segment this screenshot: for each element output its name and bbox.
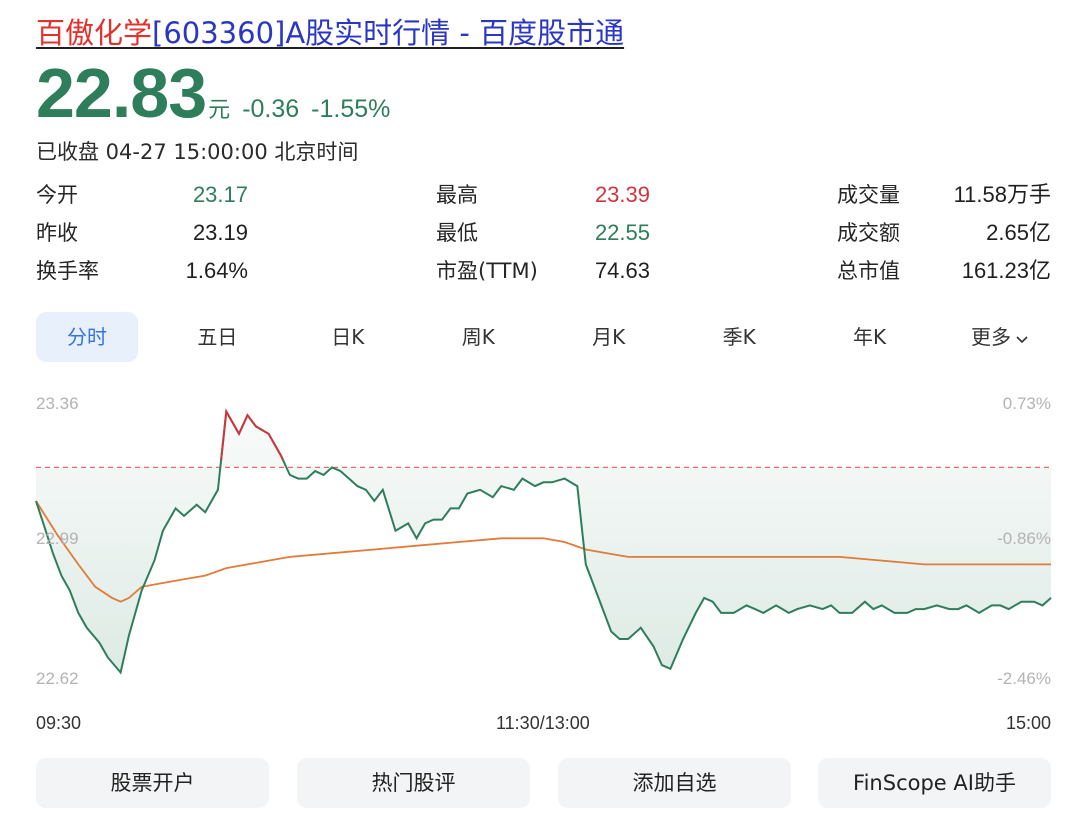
tab-label: 日K [331, 325, 365, 349]
stat-value: 11.58万手 [953, 182, 1051, 207]
stat-label: 成交额 [837, 221, 900, 245]
tab-7[interactable]: 更多 [949, 312, 1051, 362]
price-area-below [36, 467, 1051, 673]
stat-label: 最高 [436, 183, 478, 207]
page-title[interactable]: 百傲化学[603360]A股实时行情 - 百度股市通 [36, 14, 624, 52]
x-label-midday: 11:30/13:00 [496, 713, 590, 733]
market-status: 已收盘 04-27 15:00:00 北京时间 [36, 140, 359, 164]
ai-assistant-button[interactable]: FinScope AI助手 [818, 758, 1051, 808]
tab-5[interactable]: 季K [688, 312, 790, 362]
tab-label: 更多 [971, 325, 1011, 349]
tab-label: 年K [853, 325, 887, 349]
chevron-down-icon [1011, 325, 1029, 349]
intraday-chart-svg [35, 408, 1052, 675]
tab-3[interactable]: 周K [427, 312, 529, 362]
stat-value: 23.19 [192, 220, 248, 245]
tab-label: 分时 [67, 325, 107, 349]
tab-6[interactable]: 年K [819, 312, 921, 362]
stat-value: 74.63 [594, 258, 650, 283]
tab-label: 五日 [197, 325, 238, 349]
stat-value: 161.23亿 [961, 258, 1051, 283]
stat-value: 23.39 [594, 182, 650, 207]
y-pct-mid: -0.86% [997, 529, 1051, 548]
tab-label: 季K [722, 325, 756, 349]
tab-1[interactable]: 五日 [166, 312, 268, 362]
open-account-button[interactable]: 股票开户 [36, 758, 269, 808]
stat-label: 总市值 [837, 259, 900, 283]
stat-value: 22.55 [594, 220, 650, 245]
tab-4[interactable]: 月K [558, 312, 660, 362]
intraday-chart[interactable] [0, 380, 1080, 740]
current-price: 22.83 [36, 54, 207, 132]
x-label-close: 15:00 [1005, 713, 1051, 733]
stat-label: 最低 [436, 221, 478, 245]
hot-comments-button[interactable]: 热门股评 [297, 758, 530, 808]
stock-name: 百傲化学 [36, 16, 153, 50]
price-change-pct: -1.55% [311, 95, 391, 123]
add-watchlist-button[interactable]: 添加自选 [558, 758, 791, 808]
y-label-top: 23.36 [36, 394, 79, 413]
y-pct-top: 0.73% [1002, 394, 1051, 413]
tab-label: 月K [592, 325, 626, 349]
stat-label: 换手率 [36, 259, 99, 283]
stat-value: 2.65亿 [986, 220, 1051, 245]
price-row: 22.83元 -0.36 -1.55% [36, 58, 390, 128]
stat-value: 1.64% [185, 258, 248, 283]
tab-2[interactable]: 日K [297, 312, 399, 362]
stat-value: 23.17 [192, 182, 248, 207]
stat-label: 昨收 [36, 221, 78, 245]
price-unit: 元 [208, 98, 231, 123]
stat-label: 市盈(TTM) [436, 259, 538, 283]
price-change: -0.36 [242, 95, 300, 123]
y-label-mid: 22.99 [36, 529, 79, 548]
tab-0[interactable]: 分时 [36, 312, 138, 362]
y-pct-bottom: -2.46% [997, 669, 1051, 688]
x-label-open: 09:30 [36, 713, 82, 733]
tab-label: 周K [461, 325, 495, 349]
stat-label: 今开 [36, 183, 78, 207]
y-label-bottom: 22.62 [36, 669, 79, 688]
stat-label: 成交量 [837, 183, 900, 207]
period-tabs: 分时 五日 日K 周K 月K 季K 年K 更多 [36, 312, 1051, 362]
title-rest: [603360]A股实时行情 - 百度股市通 [152, 16, 625, 50]
